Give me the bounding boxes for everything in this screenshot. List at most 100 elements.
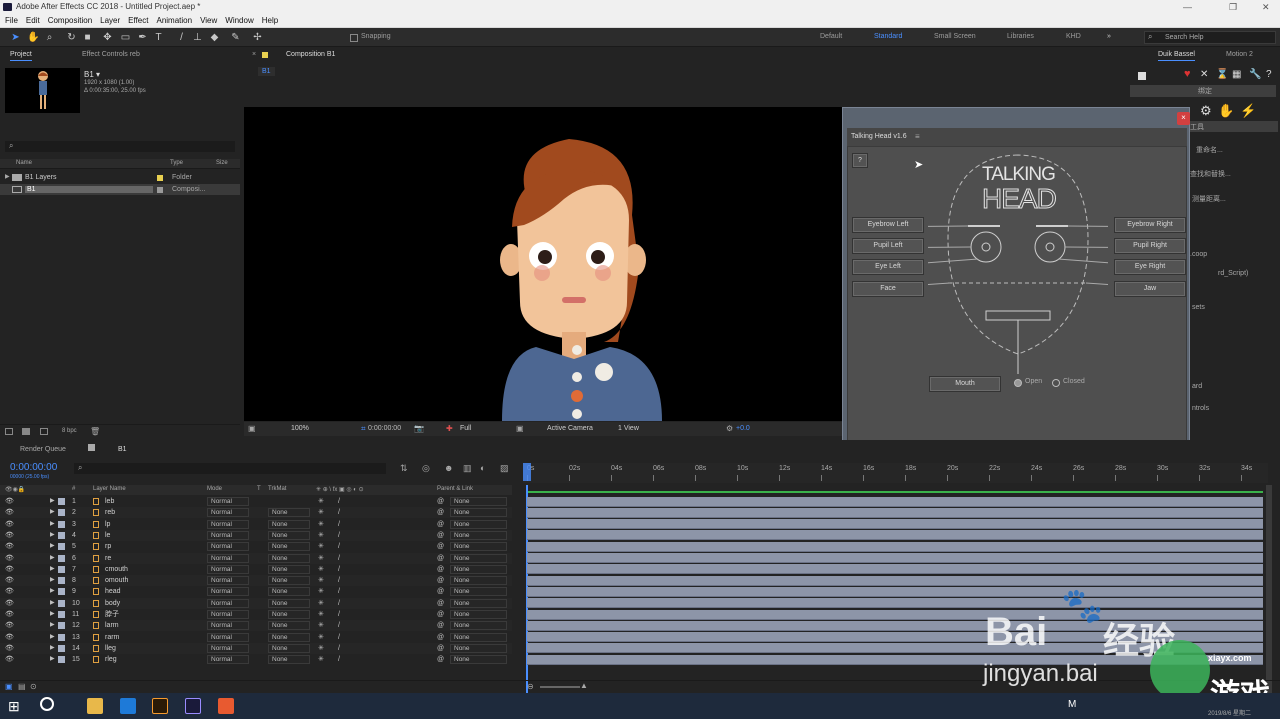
quality-switch-icon[interactable]: / [338, 541, 340, 552]
layer-label-color[interactable] [58, 577, 65, 585]
trash-icon[interactable]: 🗑 [90, 427, 100, 436]
quality-switch-icon[interactable]: / [338, 496, 340, 507]
menu-layer[interactable]: Layer [100, 14, 120, 27]
layer-trkmat-dropdown[interactable]: None [268, 632, 310, 642]
magnify-toggle-icon[interactable]: ▣ [248, 424, 256, 433]
quality-switch-icon[interactable]: / [338, 530, 340, 541]
layer-mode-dropdown[interactable]: Normal [207, 632, 249, 642]
eyebrow-right-button[interactable]: Eyebrow Right [1114, 217, 1186, 233]
layer-label-color[interactable] [58, 588, 65, 596]
duik-measure[interactable]: 测量距离... [1192, 194, 1226, 204]
layer-expand-icon[interactable]: ▶ [50, 598, 55, 609]
layer-duration-bar[interactable] [527, 575, 1263, 586]
cortana-icon[interactable] [40, 697, 54, 711]
interpret-footage-icon[interactable] [5, 428, 13, 435]
layer-name[interactable]: rp [105, 541, 111, 552]
layer-name[interactable]: lleg [105, 643, 116, 654]
layer-duration-bar[interactable] [527, 553, 1263, 563]
layer-row[interactable]: 👁 ▶ 7 cmouth Normal None ✳ / @ None [0, 564, 512, 575]
file-explorer-icon[interactable] [87, 698, 103, 714]
label-color[interactable] [157, 175, 163, 181]
tab-composition[interactable]: Composition B1 [286, 48, 335, 61]
duik-controls[interactable]: ntrols [1192, 405, 1209, 412]
quality-switch-icon[interactable]: / [338, 654, 340, 665]
shy-switch-icon[interactable]: ✳ [318, 541, 324, 552]
shy-switch-icon[interactable]: ✳ [318, 519, 324, 530]
visibility-eye-icon[interactable]: 👁 [5, 553, 14, 564]
layer-trkmat-dropdown[interactable]: None [268, 598, 310, 608]
exposure-icon[interactable]: ⚙ [726, 424, 733, 433]
closed-radio[interactable] [1052, 379, 1060, 387]
layer-row[interactable]: 👁 ▶ 5 rp Normal None ✳ / @ None [0, 541, 512, 552]
layer-label-color[interactable] [58, 622, 65, 630]
shy-switch-icon[interactable]: ✳ [318, 632, 324, 643]
zoom-out-icon[interactable]: ⊖ [527, 682, 534, 691]
layer-row[interactable]: 👁 ▶ 11 脖子 Normal None ✳ / @ None [0, 609, 512, 620]
shy-switch-icon[interactable]: ✳ [318, 620, 324, 631]
visibility-eye-icon[interactable]: 👁 [5, 586, 14, 597]
eye-left-button[interactable]: Eye Left [852, 259, 924, 275]
toggle-render-icon[interactable]: ⊙ [30, 682, 37, 691]
duik-hourglass-icon[interactable]: ⌛ [1216, 69, 1228, 80]
search-help-field[interactable]: ⌕ Search Help [1144, 31, 1276, 44]
quality-switch-icon[interactable]: / [338, 553, 340, 564]
menu-help[interactable]: Help [262, 14, 278, 27]
resolution-dropdown[interactable]: Full [460, 425, 471, 432]
bpc-label[interactable]: 8 bpc [62, 428, 77, 434]
zoom-in-icon[interactable]: ▲ [580, 681, 588, 690]
region-of-interest-icon[interactable]: ▣ [516, 424, 524, 433]
visibility-eye-icon[interactable]: 👁 [5, 643, 14, 654]
roto-brush-tool-icon[interactable]: ✎ [230, 32, 241, 43]
col-parent[interactable]: Parent & Link [437, 486, 473, 492]
col-mode[interactable]: Mode [207, 486, 222, 492]
av-switches-icon[interactable]: 👁◉🔒 [5, 486, 25, 493]
after-effects-icon[interactable] [185, 698, 201, 714]
menu-file[interactable]: File [5, 14, 18, 27]
layer-name[interactable]: rarm [105, 632, 119, 643]
layer-trkmat-dropdown[interactable]: None [268, 553, 310, 563]
work-area-start[interactable] [523, 463, 531, 481]
quality-switch-icon[interactable]: / [338, 564, 340, 575]
taskbar-date[interactable]: 2019/8/6 星期二 [1208, 708, 1251, 717]
layer-trkmat-dropdown[interactable]: None [268, 564, 310, 574]
duik-wrench-icon[interactable]: 🔧 [1249, 69, 1261, 80]
layer-row[interactable]: 👁 ▶ 4 le Normal None ✳ / @ None [0, 529, 512, 541]
layer-label-color[interactable] [58, 633, 65, 641]
windows-start-icon[interactable]: ⊞ [8, 698, 20, 715]
layer-mode-dropdown[interactable]: Normal [207, 587, 249, 597]
layer-name[interactable]: le [105, 530, 110, 541]
layer-mode-dropdown[interactable]: Normal [207, 564, 249, 574]
visibility-eye-icon[interactable]: 👁 [5, 507, 14, 518]
shy-switch-icon[interactable]: ✳ [318, 564, 324, 575]
layer-expand-icon[interactable]: ▶ [50, 609, 55, 620]
col-size[interactable]: Size [216, 160, 228, 166]
snapping-checkbox[interactable] [350, 34, 358, 42]
layer-row[interactable]: 👁 ▶ 15 rleg Normal None ✳ / @ None [0, 654, 512, 665]
visibility-eye-icon[interactable]: 👁 [5, 575, 14, 586]
shy-switch-icon[interactable]: ✳ [318, 598, 324, 609]
layer-parent-dropdown[interactable]: None [450, 542, 507, 552]
jaw-button[interactable]: Jaw [1114, 281, 1186, 297]
shy-switch-icon[interactable]: ✳ [318, 586, 324, 597]
layer-trkmat-dropdown[interactable]: None [268, 508, 310, 518]
viewer-timecode[interactable]: 0:00:00:00 [368, 425, 401, 432]
col-switches-icon[interactable]: ✳ ⊕ \ fx ▣ ◎ ◐ ⊙ [316, 486, 364, 493]
layer-mode-dropdown[interactable]: Normal [207, 655, 249, 665]
layer-label-color[interactable] [58, 599, 65, 607]
shy-switch-icon[interactable]: ✳ [318, 575, 324, 586]
duik-help-icon[interactable]: ? [1266, 69, 1272, 80]
layer-label-color[interactable] [58, 509, 65, 517]
comp-label[interactable]: B1 [258, 67, 275, 76]
quality-switch-icon[interactable]: / [338, 620, 340, 631]
layer-expand-icon[interactable]: ▶ [50, 519, 55, 530]
camera-dropdown[interactable]: Active Camera [547, 425, 593, 432]
workspace-small-screen[interactable]: Small Screen [934, 33, 976, 40]
type-tool-icon[interactable]: T [153, 32, 164, 43]
layer-search-input[interactable]: ⌕ [74, 463, 386, 474]
visibility-eye-icon[interactable]: 👁 [5, 564, 14, 575]
duik-gear-icon[interactable]: ⚙ [1200, 103, 1212, 119]
shy-switch-icon[interactable]: ✳ [318, 496, 324, 507]
menu-window[interactable]: Window [225, 14, 253, 27]
layer-name[interactable]: omouth [105, 575, 128, 586]
layer-parent-dropdown[interactable]: None [450, 519, 507, 529]
